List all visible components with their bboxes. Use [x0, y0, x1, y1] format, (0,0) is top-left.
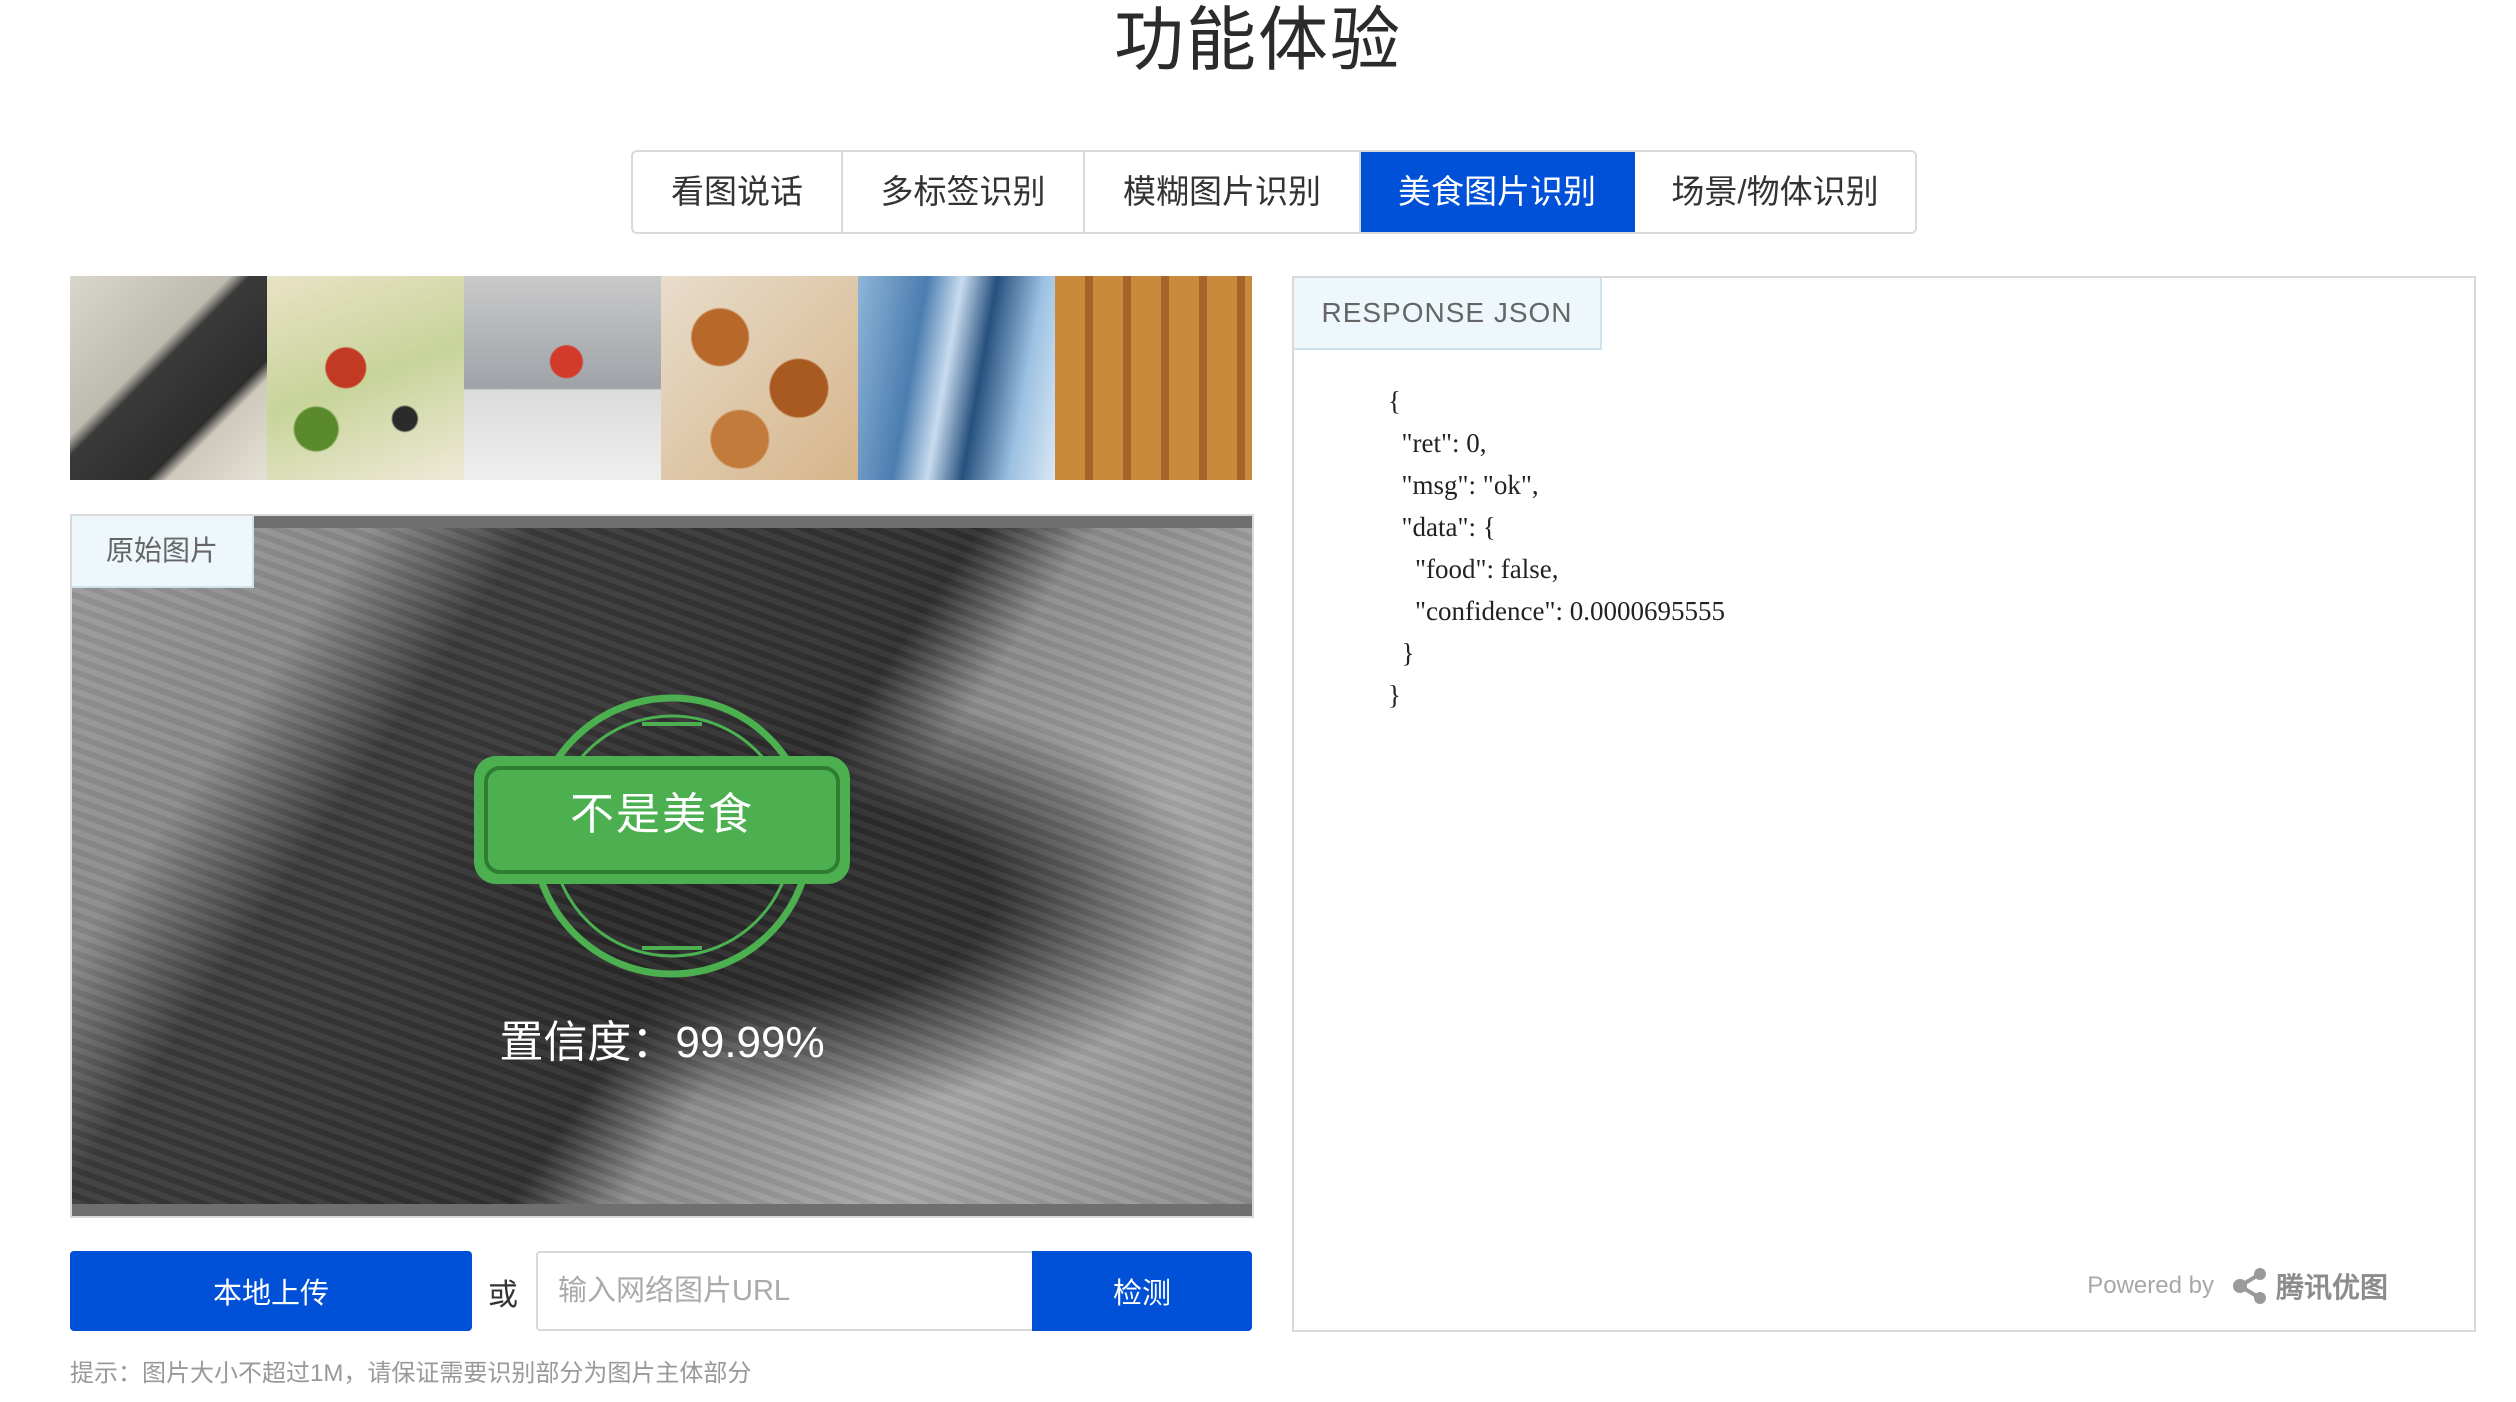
- sample-thumbnail-fried-cutlet[interactable]: [1055, 276, 1252, 480]
- tab-blur-detection[interactable]: 模糊图片识别: [1085, 152, 1361, 232]
- image-url-input[interactable]: [536, 1251, 1032, 1331]
- powered-by-text: Powered by: [2087, 1272, 2214, 1299]
- original-image-label: 原始图片: [72, 516, 254, 588]
- response-json-panel: RESPONSE JSON { "ret": 0, "msg": "ok", "…: [1292, 276, 2476, 1332]
- json-line: "confidence": 0.0000695555: [1388, 596, 1725, 626]
- tab-food-recognition[interactable]: 美食图片识别: [1361, 152, 1635, 232]
- response-json-label: RESPONSE JSON: [1294, 278, 1602, 350]
- page-title: 功能体验: [1114, 1, 1402, 79]
- powered-by: Powered by 腾讯优图: [2087, 1266, 2388, 1306]
- json-line: "ret": 0,: [1388, 428, 1487, 458]
- json-line: "msg": "ok",: [1388, 470, 1539, 500]
- upload-hint: 提示：图片大小不超过1M，请保证需要识别部分为图片主体部分: [70, 1360, 752, 1387]
- tab-scene-object[interactable]: 场景/物体识别: [1635, 152, 1915, 232]
- or-separator: 或: [488, 1279, 518, 1312]
- json-line: {: [1388, 386, 1401, 416]
- sample-thumbnail-strip: [70, 276, 1252, 480]
- json-line: "data": {: [1388, 512, 1496, 542]
- response-json-body: { "ret": 0, "msg": "ok", "data": { "food…: [1388, 380, 1725, 716]
- json-line: "food": false,: [1388, 554, 1559, 584]
- tab-bar: 看图说话 多标签识别 模糊图片识别 美食图片识别 场景/物体识别: [631, 150, 1917, 234]
- brand-logo[interactable]: 腾讯优图: [2230, 1266, 2388, 1306]
- original-image-panel: 原始图片 不是美食 置信度：99.99%: [70, 514, 1254, 1218]
- json-line: }: [1388, 680, 1401, 710]
- brand-name: 腾讯优图: [2275, 1272, 2388, 1303]
- recognition-verdict: 不是美食: [570, 790, 754, 839]
- local-upload-button[interactable]: 本地上传: [70, 1251, 472, 1331]
- sample-thumbnail-salad[interactable]: [267, 276, 464, 480]
- tab-multi-label[interactable]: 多标签识别: [843, 152, 1085, 232]
- json-line: }: [1388, 638, 1415, 668]
- tab-image-caption[interactable]: 看图说话: [633, 152, 843, 232]
- sample-thumbnail-fried-pastry[interactable]: [661, 276, 858, 480]
- confidence-score: 置信度：99.99%: [499, 1018, 825, 1067]
- share-nodes-icon: [2232, 1268, 2266, 1304]
- sample-thumbnail-credit-card[interactable]: [70, 276, 267, 480]
- sample-thumbnail-gift-laptop[interactable]: [464, 276, 661, 480]
- sample-thumbnail-skyscraper[interactable]: [858, 276, 1055, 480]
- detect-button[interactable]: 检测: [1032, 1251, 1252, 1331]
